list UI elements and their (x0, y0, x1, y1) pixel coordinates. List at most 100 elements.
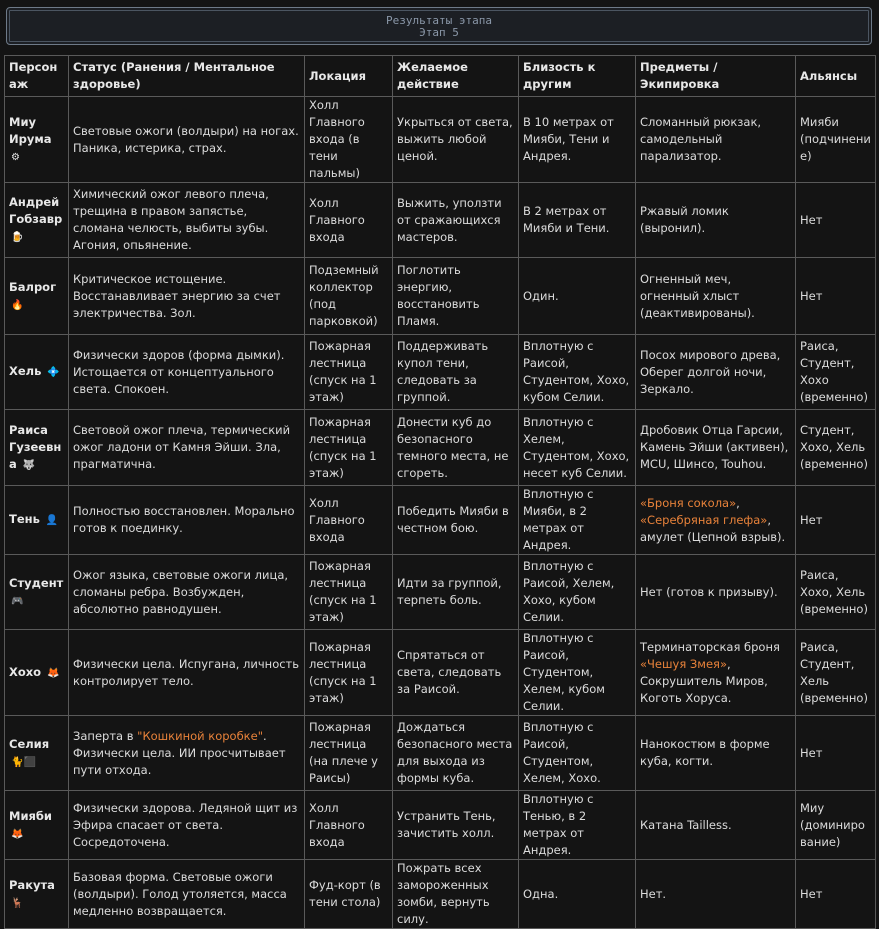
proximity-cell: Вплотную с Раисой, Студентом, Хелем, куб… (518, 629, 636, 716)
col-header-items: Предметы / Экипировка (635, 55, 796, 97)
alliance-cell: Раиса, Хохо, Хель (временно) (795, 554, 876, 630)
location-cell: Пожарная лестница (на плече у Раисы) (304, 715, 393, 791)
fox-icon: 🦊 (11, 828, 24, 840)
action-cell: Устранить Тень, зачистить холл. (392, 790, 519, 860)
table-row: Миу Ирума ⚙ Световые ожоги (волдыри) на … (4, 96, 876, 183)
character-name: Андрей Гобзавр 🍺 (4, 182, 69, 258)
col-header-status: Статус (Ранения / Ментальное здоровье) (68, 55, 305, 97)
status-cell: Критическое истощение. Восстанавливает э… (68, 257, 305, 335)
col-header-alliance: Альянсы (795, 55, 876, 97)
alliance-cell: Нет (795, 182, 876, 258)
alliance-cell: Миу (доминирование) (795, 790, 876, 860)
proximity-cell: Вплотную с Раисой, Студентом, Хохо, кубо… (518, 334, 636, 410)
header-subtitle: Этап 5 (419, 26, 459, 39)
proximity-cell: Вплотную с Раисой, Студентом, Хелем, Хох… (518, 715, 636, 791)
alliance-cell: Раиса, Студент, Хохо (временно) (795, 334, 876, 410)
proximity-cell: Одна. (518, 859, 636, 929)
alliance-cell: Мияби (подчинение) (795, 96, 876, 183)
status-cell: Химический ожог левого плеча, трещина в … (68, 182, 305, 258)
location-cell: Холл Главного входа (304, 182, 393, 258)
table-row: Мияби 🦊 Физически здорова. Ледяной щит и… (4, 790, 876, 860)
action-cell: Донести куб до безопасного темного места… (392, 409, 519, 486)
proximity-cell: Вплотную с Раисой, Хелем, Хохо, кубом Се… (518, 554, 636, 630)
status-cell: Полностью восстановлен. Морально готов к… (68, 485, 305, 555)
items-cell: Терминаторская броня «Чешуя Змея», Сокру… (635, 629, 796, 716)
table-row: Балрог 🔥 Критическое истощение. Восстана… (4, 257, 876, 335)
status-cell: Базовая форма. Световые ожоги (волдыри).… (68, 859, 305, 929)
action-cell: Выжить, уползти от сражающихся мастеров. (392, 182, 519, 258)
items-cell: Катана Tailless. (635, 790, 796, 860)
alliance-cell: Раиса, Студент, Хель (временно) (795, 629, 876, 716)
status-cell: Ожог языка, световые ожоги лица, сломаны… (68, 554, 305, 630)
character-name: Мияби 🦊 (4, 790, 69, 860)
table-header-row: Персонаж Статус (Ранения / Ментальное зд… (4, 55, 876, 97)
proximity-cell: В 10 метрах от Мияби, Тени и Андрея. (518, 96, 636, 183)
table-row: Хель 💠 Физически здоров (форма дымки). И… (4, 334, 876, 410)
action-cell: Поддерживать купол тени, следовать за гр… (392, 334, 519, 410)
alliance-cell: Нет (795, 715, 876, 791)
alliance-cell: Нет (795, 485, 876, 555)
location-cell: Холл Главного входа (304, 485, 393, 555)
character-name: Тень 👤 (4, 485, 69, 555)
location-cell: Холл Главного входа (в тени пальмы) (304, 96, 393, 183)
table-row: Тень 👤 Полностью восстановлен. Морально … (4, 485, 876, 555)
proximity-cell: Один. (518, 257, 636, 335)
alliance-cell: Нет (795, 257, 876, 335)
proximity-cell: В 2 метрах от Мияби и Тени. (518, 182, 636, 258)
action-cell: Идти за группой, терпеть боль. (392, 554, 519, 630)
results-table: Персонаж Статус (Ранения / Ментальное зд… (4, 55, 876, 929)
gamepad-icon: 🎮 (11, 595, 24, 607)
character-name: Раиса Гузеевна 🐺 (4, 409, 69, 486)
action-cell: Поглотить энергию, восстановить Пламя. (392, 257, 519, 335)
status-cell: Физически цела. Испугана, личность контр… (68, 629, 305, 716)
items-cell: Посох мирового древа, Оберег долгой ночи… (635, 334, 796, 410)
table-row: Раиса Гузеевна 🐺 Световой ожог плеча, те… (4, 409, 876, 486)
location-cell: Пожарная лестница (спуск на 1 этаж) (304, 629, 393, 716)
cat-icon: 🐈⬛ (11, 756, 36, 768)
status-cell: Заперта в "Кошкиной коробке". Физически … (68, 715, 305, 791)
silhouette-icon: 👤 (45, 515, 59, 526)
col-header-character: Персонаж (4, 55, 69, 97)
items-cell: Сломанный рюкзак, самодельный парализато… (635, 96, 796, 183)
proximity-cell: Вплотную с Тенью, в 2 метрах от Андрея. (518, 790, 636, 860)
proximity-cell: Вплотную с Мияби, в 2 метрах от Андрея. (518, 485, 636, 555)
items-cell: Дробовик Отца Гарсии, Камень Эйши (актив… (635, 409, 796, 486)
gear-icon: ⚙ (11, 151, 20, 163)
col-header-proximity: Близость к другим (518, 55, 636, 97)
action-cell: Победить Мияби в честном бою. (392, 485, 519, 555)
stage-results-header: Результаты этапа Этап 5 (6, 7, 872, 45)
action-cell: Спрятаться от света, следовать за Раисой… (392, 629, 519, 716)
fox-icon: 🦊 (47, 667, 60, 679)
wolf-icon: 🐺 (22, 459, 36, 471)
fire-icon: 🔥 (11, 299, 24, 311)
items-cell: Нет (готов к призыву). (635, 554, 796, 630)
diamond-icon: 💠 (47, 367, 60, 378)
status-cell: Физически здоров (форма дымки). Истощает… (68, 334, 305, 410)
table-row: Селия 🐈⬛ Заперта в "Кошкиной коробке". Ф… (4, 715, 876, 791)
alliance-cell: Студент, Хохо, Хель (временно) (795, 409, 876, 486)
status-cell: Физически здорова. Ледяной щит из Эфира … (68, 790, 305, 860)
character-name: Хохо 🦊 (4, 629, 69, 716)
items-cell: Нанокостюм в форме куба, когти. (635, 715, 796, 791)
col-header-action: Желаемое действие (392, 55, 519, 97)
beer-icon: 🍺 (11, 232, 24, 243)
location-cell: Холл Главного входа (304, 790, 393, 860)
location-cell: Подземный коллектор (под парковкой) (304, 257, 393, 335)
table-row: Андрей Гобзавр 🍺 Химический ожог левого … (4, 182, 876, 258)
character-name: Селия 🐈⬛ (4, 715, 69, 791)
character-name: Миу Ирума ⚙ (4, 96, 69, 183)
alliance-cell: Нет (795, 859, 876, 929)
items-cell: Огненный меч, огненный хлыст (деактивиро… (635, 257, 796, 335)
character-name: Хель 💠 (4, 334, 69, 410)
character-name: Студент 🎮 (4, 554, 69, 630)
location-cell: Пожарная лестница (спуск на 1 этаж) (304, 554, 393, 630)
table-row: Студент 🎮 Ожог языка, световые ожоги лиц… (4, 554, 876, 630)
action-cell: Пожрать всех замороженных зомби, вернуть… (392, 859, 519, 929)
items-cell: «Броня сокола», «Серебряная глефа», амуле… (635, 485, 796, 555)
proximity-cell: Вплотную с Хелем, Студентом, Хохо, несет… (518, 409, 636, 486)
location-cell: Пожарная лестница (спуск на 1 этаж) (304, 409, 393, 486)
col-header-location: Локация (304, 55, 393, 97)
character-name: Ракута 🦌 (4, 859, 69, 929)
items-cell: Нет. (635, 859, 796, 929)
table-row: Ракута 🦌 Базовая форма. Световые ожоги (… (4, 859, 876, 929)
